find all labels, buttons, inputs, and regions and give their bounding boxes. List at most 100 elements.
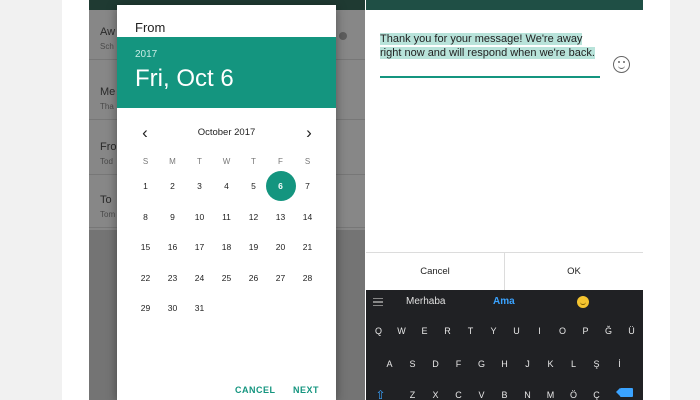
calendar-day[interactable]: 22 (132, 263, 159, 293)
keyboard-key[interactable]: Y (482, 316, 505, 346)
calendar-day-selected[interactable]: 6 (265, 171, 296, 201)
list-item-subtitle: Sch (100, 42, 114, 51)
next-button[interactable]: NEXT (293, 385, 319, 395)
list-item-title: Fro (100, 141, 117, 153)
weekday-label: T (197, 157, 202, 166)
keyboard-key[interactable]: R (436, 316, 459, 346)
keyboard-key[interactable]: D (424, 349, 447, 379)
toggle-icon (339, 32, 347, 40)
calendar-day[interactable]: 30 (159, 293, 186, 323)
chevron-right-icon[interactable]: › (299, 123, 319, 143)
keyboard-key[interactable]: E (413, 316, 436, 346)
calendar-day[interactable]: 15 (132, 232, 159, 262)
calendar-day[interactable]: 29 (132, 293, 159, 323)
keyboard-key[interactable]: F (447, 349, 470, 379)
grinning-emoji-icon[interactable] (577, 296, 589, 308)
calendar-day[interactable]: 1 (132, 171, 159, 201)
keyboard-key[interactable]: X (424, 380, 447, 400)
keyboard-row: ASDFGHJKLŞİ (366, 349, 643, 379)
backspace-icon[interactable] (616, 388, 633, 397)
dialog-top-bar (366, 0, 643, 10)
keyboard-key[interactable]: U (505, 316, 528, 346)
calendar-day[interactable]: 17 (186, 232, 213, 262)
calendar-day[interactable]: 12 (240, 202, 267, 232)
calendar-day[interactable]: 20 (267, 232, 294, 262)
suggestion-bar: Merhaba Ama (366, 290, 643, 314)
date-picker-header: 2017 Fri, Oct 6 (117, 37, 336, 108)
keyboard-key[interactable]: C (447, 380, 470, 400)
dialog-title: From (135, 20, 166, 35)
smiley-icon[interactable] (613, 56, 630, 73)
calendar-day[interactable]: 3 (186, 171, 213, 201)
calendar-day[interactable]: 11 (213, 202, 240, 232)
calendar-day[interactable]: 4 (213, 171, 240, 201)
calendar-day[interactable]: 26 (240, 263, 267, 293)
keyboard-key[interactable]: P (574, 316, 597, 346)
keyboard-key[interactable]: İ (608, 349, 631, 379)
list-item-subtitle: Tha (100, 102, 114, 111)
on-screen-keyboard: Merhaba Ama QWERTYUIOPĞÜ ASDFGHJKLŞİ ⇧ Z X… (366, 290, 643, 400)
suggestion-word[interactable]: Ama (493, 296, 515, 307)
away-message-input[interactable]: Thank you for your message! We're away r… (380, 32, 600, 78)
ok-button[interactable]: OK (505, 253, 643, 290)
keyboard-key[interactable]: S (401, 349, 424, 379)
calendar-day[interactable]: 14 (294, 202, 321, 232)
keyboard-key[interactable]: L (562, 349, 585, 379)
calendar-day[interactable]: 5 (240, 171, 267, 201)
calendar-day[interactable]: 13 (267, 202, 294, 232)
keyboard-key[interactable]: N (516, 380, 539, 400)
selected-date-label[interactable]: Fri, Oct 6 (135, 65, 234, 93)
keyboard-key[interactable]: Ğ (597, 316, 620, 346)
keyboard-row: QWERTYUIOPĞÜ (366, 316, 643, 346)
keyboard-key[interactable]: I (528, 316, 551, 346)
calendar-day[interactable]: 2 (159, 171, 186, 201)
list-item-title: To (100, 194, 112, 206)
weekday-label: T (251, 157, 256, 166)
keyboard-key[interactable]: Ü (620, 316, 643, 346)
keyboard-key[interactable]: V (470, 380, 493, 400)
keyboard-key[interactable]: A (378, 349, 401, 379)
calendar-day[interactable]: 16 (159, 232, 186, 262)
keyboard-row: ⇧ Z X C V B N M Ö Ç (366, 380, 643, 400)
year-label[interactable]: 2017 (135, 49, 157, 60)
keyboard-key[interactable]: Q (367, 316, 390, 346)
calendar-day[interactable]: 21 (294, 232, 321, 262)
month-label: October 2017 (197, 127, 256, 138)
keyboard-key[interactable]: J (516, 349, 539, 379)
cancel-button[interactable]: CANCEL (235, 385, 276, 395)
list-item-title: Me (100, 86, 116, 98)
keyboard-key[interactable]: H (493, 349, 516, 379)
cancel-button[interactable]: Cancel (366, 253, 504, 290)
keyboard-key[interactable]: M (539, 380, 562, 400)
calendar-day[interactable]: 23 (159, 263, 186, 293)
calendar-day[interactable]: 27 (267, 263, 294, 293)
calendar-day[interactable]: 25 (213, 263, 240, 293)
shift-key-icon[interactable]: ⇧ (369, 380, 392, 400)
keyboard-key[interactable]: Ş (585, 349, 608, 379)
away-message-text: Thank you for your message! We're away r… (380, 33, 595, 59)
calendar-day[interactable]: 24 (186, 263, 213, 293)
keyboard-key[interactable]: Ö (562, 380, 585, 400)
calendar-day[interactable]: 31 (186, 293, 213, 323)
calendar-day[interactable]: 8 (132, 202, 159, 232)
calendar-day[interactable]: 9 (159, 202, 186, 232)
keyboard-key[interactable]: Ç (585, 380, 608, 400)
menu-icon[interactable] (373, 298, 383, 306)
right-phone-screen: Thank you for your message! We're away r… (366, 0, 643, 400)
keyboard-key[interactable]: G (470, 349, 493, 379)
chevron-left-icon[interactable]: ‹ (135, 123, 155, 143)
list-item-subtitle: Tom (100, 210, 116, 219)
keyboard-key[interactable]: K (539, 349, 562, 379)
calendar-day[interactable]: 7 (294, 171, 321, 201)
keyboard-key[interactable]: W (390, 316, 413, 346)
keyboard-key[interactable]: O (551, 316, 574, 346)
weekday-label: W (222, 157, 231, 166)
calendar-day[interactable]: 18 (213, 232, 240, 262)
suggestion-word[interactable]: Merhaba (406, 296, 445, 307)
calendar-day[interactable]: 28 (294, 263, 321, 293)
calendar-day[interactable]: 10 (186, 202, 213, 232)
keyboard-key[interactable]: T (459, 316, 482, 346)
keyboard-key[interactable]: Z (401, 380, 424, 400)
calendar-day[interactable]: 19 (240, 232, 267, 262)
keyboard-key[interactable]: B (493, 380, 516, 400)
